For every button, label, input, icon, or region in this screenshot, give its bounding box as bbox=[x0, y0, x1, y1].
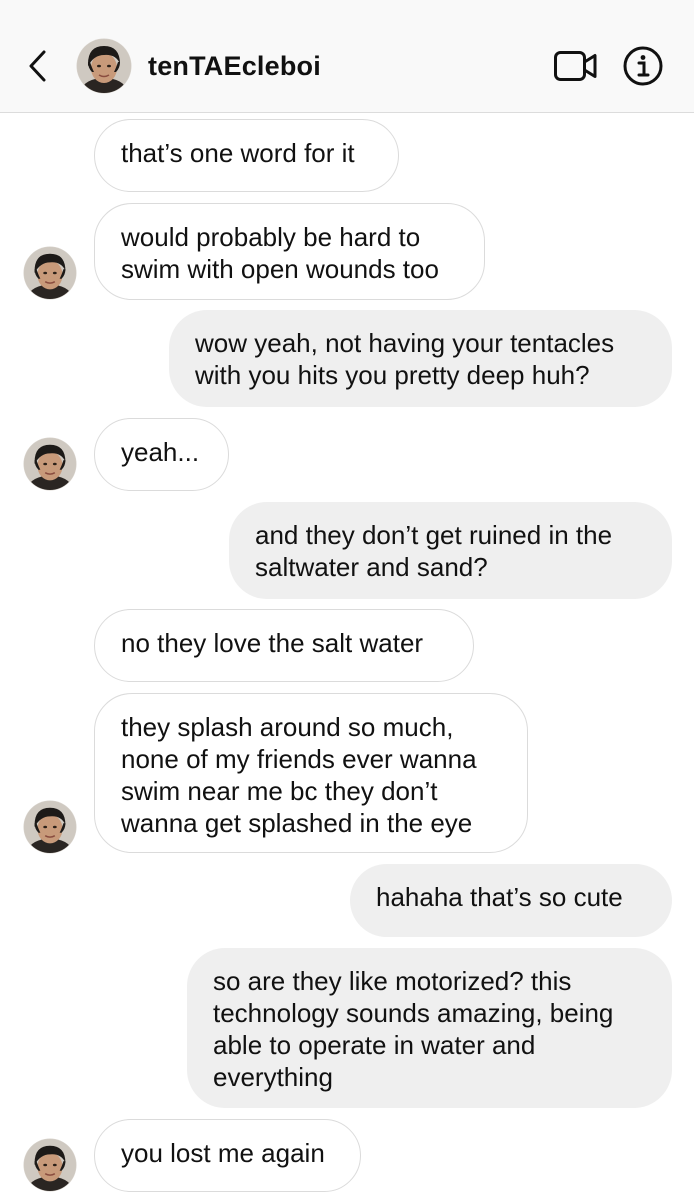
message-bubble-outgoing[interactable]: and they don’t get ruined in the saltwat… bbox=[229, 502, 672, 599]
message-bubble-incoming[interactable]: you lost me again bbox=[94, 1119, 361, 1192]
message-bubble-outgoing[interactable]: so are they like motorized? this technol… bbox=[187, 948, 672, 1108]
video-camera-icon bbox=[554, 51, 597, 81]
profile-avatar[interactable] bbox=[76, 38, 132, 94]
info-icon bbox=[623, 46, 663, 86]
sender-avatar bbox=[23, 1138, 77, 1192]
sender-avatar bbox=[23, 800, 77, 854]
info-button[interactable] bbox=[623, 46, 663, 86]
video-call-button[interactable] bbox=[553, 48, 599, 84]
message-bubble-incoming[interactable]: yeah... bbox=[94, 418, 229, 491]
sender-avatar bbox=[23, 246, 77, 300]
message-bubble-incoming[interactable]: that’s one word for it bbox=[94, 119, 399, 192]
message-bubble-incoming[interactable]: would probably be hard to swim with open… bbox=[94, 203, 485, 300]
back-button[interactable] bbox=[22, 48, 52, 84]
message-bubble-incoming[interactable]: no they love the salt water bbox=[94, 609, 474, 682]
chevron-left-icon bbox=[29, 50, 46, 82]
message-bubble-incoming[interactable]: they splash around so much, none of my f… bbox=[94, 693, 528, 853]
chat-username[interactable]: tenTAEcleboi bbox=[148, 46, 321, 86]
chat-header: tenTAEcleboi bbox=[0, 0, 694, 113]
message-bubble-outgoing[interactable]: wow yeah, not having your tentacles with… bbox=[169, 310, 672, 407]
message-bubble-outgoing[interactable]: hahaha that’s so cute bbox=[350, 864, 672, 937]
sender-avatar bbox=[23, 437, 77, 491]
